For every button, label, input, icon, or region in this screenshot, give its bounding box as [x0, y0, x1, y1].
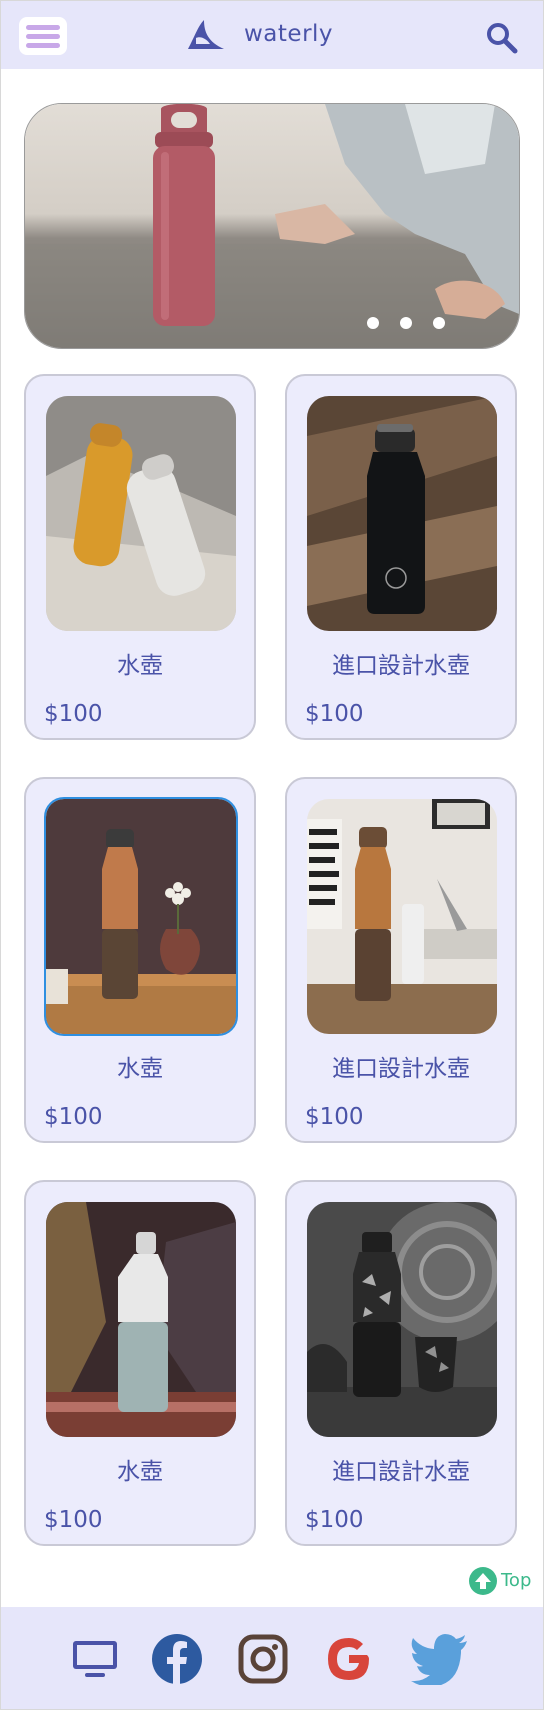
product-price: $100: [44, 1104, 103, 1130]
instagram-icon[interactable]: [237, 1633, 289, 1685]
hero-image: [25, 104, 519, 348]
carousel-dot-2[interactable]: [400, 317, 412, 329]
arrow-up-circle-icon[interactable]: [469, 1567, 497, 1595]
carousel-dot-1[interactable]: [367, 317, 379, 329]
product-card[interactable]: 進口設計水壺 $100: [285, 777, 517, 1143]
back-to-top-label[interactable]: Top: [501, 1570, 531, 1591]
product-image[interactable]: [307, 1202, 497, 1437]
product-image[interactable]: [46, 1202, 236, 1437]
product-card[interactable]: 水壺 $100: [24, 374, 256, 740]
hamburger-menu-icon[interactable]: [19, 17, 67, 55]
product-card[interactable]: 進口設計水壺 $100: [285, 374, 517, 740]
logo-sail-icon[interactable]: [184, 18, 228, 54]
product-price: $100: [44, 1507, 103, 1533]
product-price: $100: [305, 701, 364, 727]
app-frame: waterly 水壺 $100 進口設計水壺 $100 水壺 $100 進口設計…: [0, 0, 544, 1710]
product-image[interactable]: [307, 396, 497, 631]
product-name[interactable]: 進口設計水壺: [287, 646, 515, 680]
facebook-icon[interactable]: [151, 1633, 203, 1685]
product-price: $100: [305, 1104, 364, 1130]
product-card[interactable]: 進口設計水壺 $100: [285, 1180, 517, 1546]
hero-carousel[interactable]: [24, 103, 520, 349]
product-name[interactable]: 水壺: [26, 1049, 254, 1083]
product-image[interactable]: [44, 797, 238, 1036]
product-card[interactable]: 水壺 $100: [24, 777, 256, 1143]
product-price: $100: [305, 1507, 364, 1533]
product-name[interactable]: 水壺: [26, 1452, 254, 1486]
product-name[interactable]: 水壺: [26, 646, 254, 680]
product-name[interactable]: 進口設計水壺: [287, 1452, 515, 1486]
product-price: $100: [44, 701, 103, 727]
carousel-dot-3[interactable]: [433, 317, 445, 329]
footer-bar: [1, 1607, 543, 1709]
top-navbar: waterly: [1, 1, 543, 69]
product-image[interactable]: [46, 396, 236, 631]
search-icon[interactable]: [485, 21, 519, 55]
google-icon[interactable]: [323, 1633, 375, 1685]
product-image[interactable]: [307, 799, 497, 1034]
product-name[interactable]: 進口設計水壺: [287, 1049, 515, 1083]
twitter-icon[interactable]: [409, 1633, 469, 1685]
monitor-icon[interactable]: [69, 1633, 121, 1685]
brand-name[interactable]: waterly: [244, 21, 333, 47]
product-card[interactable]: 水壺 $100: [24, 1180, 256, 1546]
